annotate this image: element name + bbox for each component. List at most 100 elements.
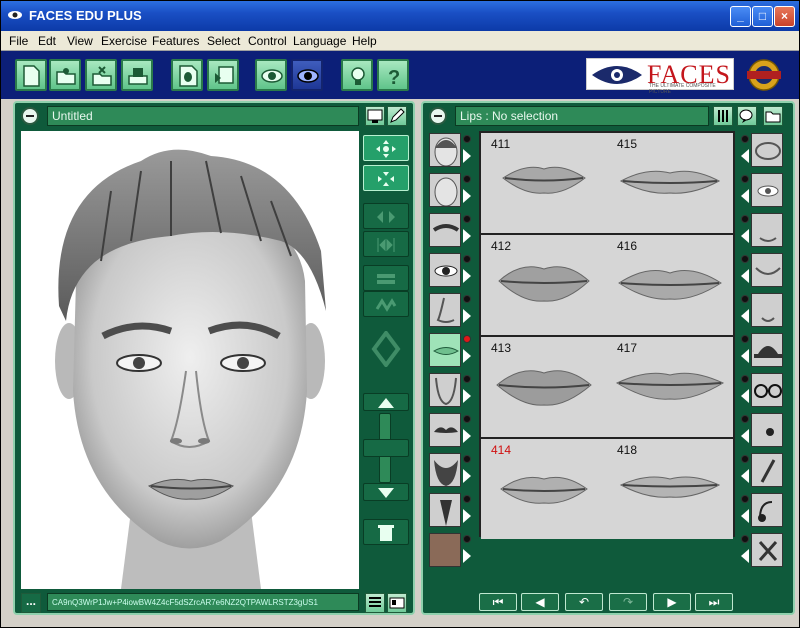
expand-arrow-icon[interactable] xyxy=(741,549,749,563)
open-button[interactable] xyxy=(49,59,81,91)
face-export-button[interactable] xyxy=(171,59,203,91)
menu-file[interactable]: File xyxy=(9,34,28,48)
hint-button[interactable] xyxy=(341,59,373,91)
expand-arrow-icon[interactable] xyxy=(463,349,471,363)
menu-language[interactable]: Language xyxy=(293,34,346,48)
feature-eyes[interactable] xyxy=(427,251,473,289)
expand-arrow-icon[interactable] xyxy=(463,269,471,283)
redo-button[interactable]: ↷ xyxy=(609,593,647,611)
shrink-tool-button[interactable] xyxy=(363,165,409,191)
expand-arrow-icon[interactable] xyxy=(741,229,749,243)
smudge-tool-button[interactable] xyxy=(363,291,409,317)
expand-arrow-icon[interactable] xyxy=(741,429,749,443)
comments-button[interactable] xyxy=(737,106,757,126)
menu-select[interactable]: Select xyxy=(207,34,240,48)
menu-help[interactable]: Help xyxy=(352,34,377,48)
lips-option[interactable]: 413 xyxy=(481,337,607,437)
delete-feature-button[interactable] xyxy=(363,519,409,545)
expand-arrow-icon[interactable] xyxy=(463,229,471,243)
witness-view-button[interactable] xyxy=(291,59,323,91)
expand-arrow-icon[interactable] xyxy=(463,309,471,323)
feature-moustache[interactable] xyxy=(427,411,473,449)
lips-option[interactable]: 418 xyxy=(607,439,733,539)
expand-arrow-icon[interactable] xyxy=(463,429,471,443)
collapse-icon[interactable] xyxy=(429,107,447,125)
lips-option[interactable]: 415 xyxy=(607,133,733,233)
columns-button[interactable] xyxy=(713,106,733,126)
undo-button[interactable]: ↶ xyxy=(565,593,603,611)
help-button[interactable]: ? xyxy=(377,59,409,91)
feature-chin-lines[interactable] xyxy=(739,291,785,329)
feature-eyebrows[interactable] xyxy=(427,211,473,249)
expand-arrow-icon[interactable] xyxy=(741,389,749,403)
feature-mole[interactable] xyxy=(739,411,785,449)
feature-skin-color[interactable] xyxy=(427,531,473,569)
move-up-button[interactable] xyxy=(363,393,409,411)
feature-goatee[interactable] xyxy=(427,491,473,529)
feature-lips[interactable] xyxy=(427,331,473,369)
expand-arrow-icon[interactable] xyxy=(741,149,749,163)
slider-thumb[interactable] xyxy=(363,439,409,457)
feature-eye-lines[interactable] xyxy=(739,171,785,209)
previous-page-button[interactable]: ◀ xyxy=(521,593,559,611)
move-down-button[interactable] xyxy=(363,483,409,501)
lips-option[interactable]: 411 xyxy=(481,133,607,233)
folder-button[interactable] xyxy=(763,106,783,126)
feature-chin[interactable] xyxy=(427,371,473,409)
more-button[interactable]: ... xyxy=(21,593,41,613)
save-button[interactable] xyxy=(85,59,117,91)
expand-arrow-icon[interactable] xyxy=(463,189,471,203)
expand-arrow-icon[interactable] xyxy=(741,269,749,283)
edit-pen-button[interactable] xyxy=(387,106,407,126)
expand-arrow-icon[interactable] xyxy=(741,309,749,323)
print-button[interactable] xyxy=(121,59,153,91)
feature-beard[interactable] xyxy=(427,451,473,489)
stretch-horizontal-button[interactable] xyxy=(363,203,409,229)
lips-option[interactable]: 416 xyxy=(607,235,733,335)
view-face-button[interactable] xyxy=(255,59,287,91)
flatten-tool-button[interactable] xyxy=(363,265,409,291)
face-canvas[interactable] xyxy=(21,131,359,589)
list-button[interactable] xyxy=(365,593,385,613)
expand-arrow-icon[interactable] xyxy=(463,549,471,563)
feature-glasses[interactable] xyxy=(739,371,785,409)
stretch-vertical-button[interactable] xyxy=(363,231,409,257)
collapse-icon[interactable] xyxy=(21,107,39,125)
monitor-button[interactable] xyxy=(365,106,385,126)
expand-arrow-icon[interactable] xyxy=(463,509,471,523)
feature-mouth-lines[interactable] xyxy=(739,251,785,289)
menu-view[interactable]: View xyxy=(67,34,93,48)
feature-ears[interactable] xyxy=(739,131,785,169)
menu-features[interactable]: Features xyxy=(152,34,199,48)
feature-nose-lines[interactable] xyxy=(739,211,785,249)
minimize-button[interactable]: _ xyxy=(730,6,751,27)
lips-option-selected[interactable]: 414 xyxy=(481,439,607,539)
composite-code-field[interactable]: CA9nQ3WrP1Jw+P4iowBW4Z4cF5dSZrcAR7e6NZ2Q… xyxy=(47,593,359,611)
feature-headset[interactable] xyxy=(739,491,785,529)
close-button[interactable]: × xyxy=(774,6,795,27)
next-page-button[interactable]: ▶ xyxy=(653,593,691,611)
last-page-button[interactable]: ⏭ xyxy=(695,593,733,611)
expand-arrow-icon[interactable] xyxy=(741,509,749,523)
feature-accessory[interactable] xyxy=(739,531,785,569)
menu-control[interactable]: Control xyxy=(248,34,287,48)
new-document-button[interactable] xyxy=(15,59,47,91)
feature-nose[interactable] xyxy=(427,291,473,329)
rotate-tool-button[interactable] xyxy=(363,329,409,369)
expand-arrow-icon[interactable] xyxy=(741,189,749,203)
first-page-button[interactable]: ⏮ xyxy=(479,593,517,611)
expand-arrow-icon[interactable] xyxy=(741,349,749,363)
feature-head-shape-2[interactable] xyxy=(427,171,473,209)
menu-exercise[interactable]: Exercise xyxy=(101,34,147,48)
feature-head-shape[interactable] xyxy=(427,131,473,169)
expand-arrow-icon[interactable] xyxy=(463,149,471,163)
expand-arrow-icon[interactable] xyxy=(741,469,749,483)
move-tool-button[interactable] xyxy=(363,135,409,161)
id-card-button[interactable] xyxy=(387,593,407,613)
lips-option[interactable]: 412 xyxy=(481,235,607,335)
feature-scar[interactable] xyxy=(739,451,785,489)
composite-title-field[interactable]: Untitled xyxy=(47,106,359,126)
menu-edit[interactable]: Edt xyxy=(38,34,56,48)
lips-option[interactable]: 417 xyxy=(607,337,733,437)
feature-hat[interactable] xyxy=(739,331,785,369)
